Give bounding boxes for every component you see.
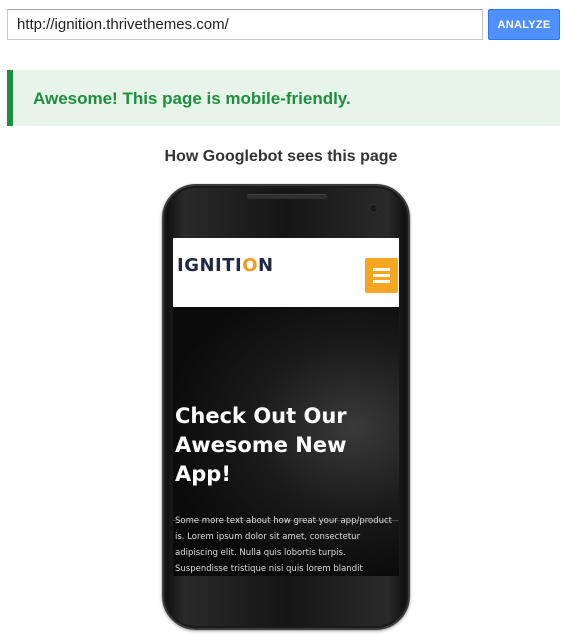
preview-title: How Googlebot sees this page [164, 148, 398, 165]
site-header: IGNITION [173, 238, 399, 307]
phone-bottom-bezel [173, 576, 399, 616]
mobile-friendly-test-page: ANALYZE Awesome! This page is mobile-fri… [0, 0, 568, 635]
logo-prefix: IGNITI [177, 255, 243, 276]
hamburger-menu-icon[interactable] [365, 258, 398, 293]
analyze-button[interactable]: ANALYZE [488, 9, 560, 40]
url-input[interactable] [7, 9, 483, 40]
result-message: Awesome! This page is mobile-friendly. [33, 89, 351, 108]
hero-title: Check Out Our Awesome New App! [175, 404, 347, 486]
phone-camera-icon [369, 204, 378, 213]
site-logo[interactable]: IGNITION [177, 255, 274, 276]
logo-o: O [242, 255, 259, 276]
hero-body: Some more text about how great your app/… [175, 516, 393, 574]
result-banner: Awesome! This page is mobile-friendly. [7, 70, 560, 126]
phone-sensor [196, 206, 201, 211]
hero-section: Check Out Our Awesome New App! Some more… [173, 307, 399, 576]
phone-screen: IGNITION Check Out Our Awesome New App! … [173, 238, 399, 576]
logo-suffix: N [258, 255, 274, 276]
phone-frame: IGNITION Check Out Our Awesome New App! … [162, 184, 410, 630]
phone-speaker [247, 194, 327, 199]
